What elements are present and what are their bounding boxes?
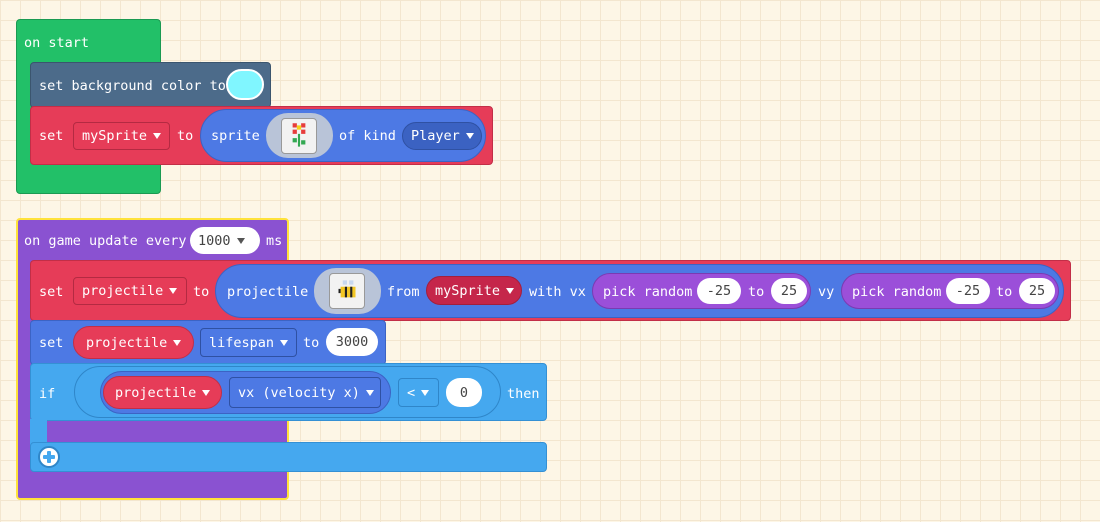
- set-background-color-label: set background color to: [39, 78, 226, 94]
- to-label: to: [193, 284, 210, 300]
- vy-label: vy: [818, 284, 835, 300]
- ms-label: ms: [266, 233, 283, 249]
- chevron-down-icon: [506, 287, 515, 294]
- set-label: set: [39, 335, 64, 351]
- vx-max-input[interactable]: 25: [771, 278, 807, 304]
- chevron-down-icon: [173, 339, 182, 346]
- chevron-down-icon: [365, 389, 374, 396]
- kind-dropdown[interactable]: Player: [402, 122, 482, 150]
- vy-max-input[interactable]: 25: [1019, 278, 1055, 304]
- on-game-update-label: on game update every: [24, 233, 187, 249]
- set-label: set: [39, 284, 64, 300]
- lifespan-value-input[interactable]: 3000: [326, 328, 378, 356]
- chevron-down-icon: [465, 133, 474, 139]
- chevron-down-icon: [153, 133, 162, 139]
- vx-min-input[interactable]: -25: [697, 278, 741, 304]
- kind-label: Player: [411, 128, 460, 144]
- flower-sprite-icon: [281, 118, 317, 154]
- from-label: from: [387, 284, 420, 300]
- vy-min-input[interactable]: -25: [946, 278, 990, 304]
- pick-random-label: pick random: [852, 284, 942, 300]
- if-sprite-label: projectile: [115, 384, 197, 401]
- interval-dropdown[interactable]: 1000: [190, 227, 260, 254]
- if-sprite-dropdown[interactable]: projectile: [103, 376, 222, 409]
- velocity-property-dropdown[interactable]: vx (velocity x): [229, 377, 381, 408]
- from-sprite-dropdown[interactable]: mySprite: [426, 276, 522, 305]
- on-start-label: on start: [24, 35, 90, 51]
- chevron-down-icon: [280, 339, 289, 346]
- chevron-down-icon: [236, 237, 245, 244]
- to-label: to: [748, 284, 765, 300]
- bee-sprite-icon: [329, 273, 365, 309]
- sprite-label: sprite: [211, 128, 260, 144]
- projectile-variable-label: projectile: [82, 283, 164, 299]
- chevron-down-icon: [202, 389, 211, 396]
- lifespan-sprite-dropdown[interactable]: projectile: [73, 326, 194, 359]
- compare-value-input[interactable]: 0: [446, 378, 482, 407]
- lifespan-property-label: lifespan: [209, 334, 275, 351]
- to-label: to: [996, 284, 1013, 300]
- chevron-down-icon: [169, 288, 178, 294]
- of-kind-label: of kind: [339, 128, 396, 144]
- from-sprite-label: mySprite: [435, 282, 501, 299]
- mysprite-variable-label: mySprite: [82, 128, 148, 144]
- projectile-label: projectile: [227, 284, 309, 300]
- mysprite-variable-dropdown[interactable]: mySprite: [73, 122, 170, 150]
- with-vx-label: with vx: [529, 284, 586, 300]
- velocity-property-label: vx (velocity x): [238, 384, 360, 401]
- plus-icon: [43, 451, 55, 463]
- if-label: if: [39, 386, 56, 402]
- then-label: then: [507, 386, 540, 402]
- chevron-down-icon: [421, 389, 430, 396]
- operator-label: <: [407, 384, 416, 401]
- projectile-variable-dropdown[interactable]: projectile: [73, 277, 187, 305]
- interval-value: 1000: [198, 232, 231, 249]
- operator-dropdown[interactable]: <: [398, 378, 439, 407]
- if-block-footer[interactable]: [30, 442, 547, 472]
- to-label: to: [303, 335, 320, 351]
- to-label: to: [177, 128, 194, 144]
- background-color-swatch[interactable]: [226, 69, 264, 100]
- set-label: set: [39, 128, 64, 144]
- add-else-button[interactable]: [38, 446, 60, 468]
- pick-random-label: pick random: [603, 284, 693, 300]
- lifespan-property-dropdown[interactable]: lifespan: [200, 328, 297, 357]
- lifespan-sprite-label: projectile: [86, 334, 168, 351]
